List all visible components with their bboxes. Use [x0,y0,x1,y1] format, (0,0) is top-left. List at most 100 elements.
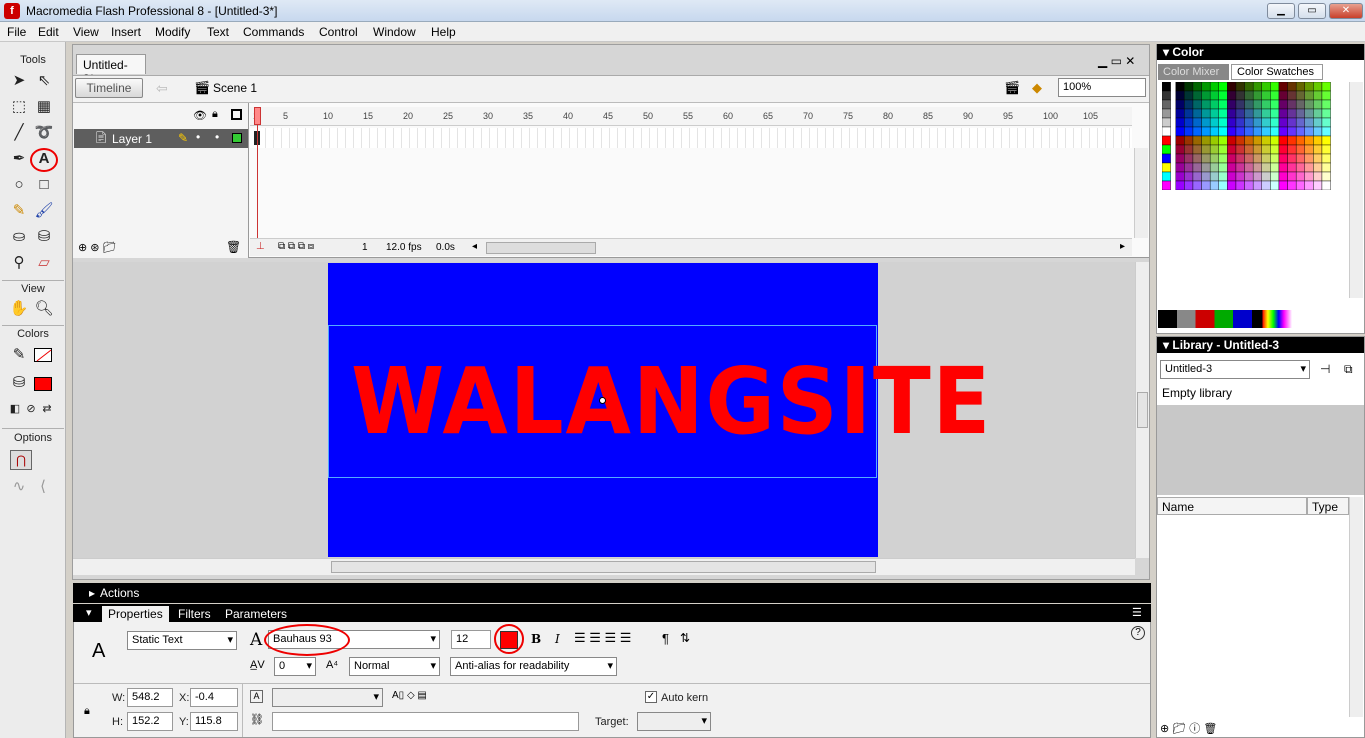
onion-skin-icons[interactable]: ⧉ ⧉ ⧉ ⧈ [278,241,314,252]
doc-window-controls-icon[interactable]: ▁ ▭ ✕ [1098,54,1135,68]
height-field[interactable]: 152.2 [127,712,173,731]
menu-control[interactable]: Control [319,25,358,39]
scroll-left-icon[interactable]: ◂ [472,241,477,252]
tab-color-swatches[interactable]: Color Swatches [1231,64,1323,80]
fill-color-swatch[interactable] [34,377,52,391]
center-frame-icon[interactable]: ⊥ [256,241,265,252]
stroke-color-icon[interactable]: ✎ [8,344,30,366]
selection-tool-icon[interactable]: ➤ [8,70,30,92]
panel-options-icon[interactable]: ☰ [1132,606,1142,619]
lasso-tool-icon[interactable]: ➰ [33,122,55,144]
letter-spacing-field[interactable]: 0 [274,657,316,676]
transform-point-icon[interactable] [599,397,606,404]
ink-bottle-tool-icon[interactable]: ⛀ [8,226,30,248]
layer-buttons-icon[interactable]: ⊕ ⊛ 📁︎ [78,241,117,254]
menu-commands[interactable]: Commands [243,25,304,39]
text-orientation-icon[interactable]: ⇅ [680,631,690,645]
stage-vscroll[interactable] [1135,262,1149,558]
tab-parameters[interactable]: Parameters [219,606,293,622]
straighten-icon[interactable]: ⟨ [32,476,54,498]
stage-hscroll[interactable] [73,558,1135,575]
menu-window[interactable]: Window [373,25,416,39]
char-position-select[interactable]: Normal [349,657,440,676]
delete-layer-icon[interactable]: 🗑︎ [226,240,241,254]
zoom-select[interactable]: 100% [1058,78,1146,97]
font-size-field[interactable]: 12 [451,630,491,649]
gradient-transform-tool-icon[interactable]: ▦ [33,96,55,118]
oval-tool-icon[interactable]: ○ [8,174,30,196]
x-field[interactable]: -0.4 [190,688,238,707]
text-type-select[interactable]: Static Text [127,631,237,650]
eraser-tool-icon[interactable]: ▱ [33,252,55,274]
subselection-tool-icon[interactable]: ⇖ [33,70,55,92]
color-swatch-grid[interactable] [1162,82,1348,190]
library-col-name[interactable]: Name [1157,497,1307,515]
library-vscroll[interactable] [1349,497,1363,717]
lock-all-icon[interactable]: 🔒︎ [212,108,218,121]
collapse-arrow-icon[interactable]: ▾ [86,606,92,619]
tab-filters[interactable]: Filters [172,606,217,622]
width-field[interactable]: 548.2 [127,688,173,707]
paragraph-icon[interactable]: ¶ [662,631,669,646]
visible-dot-icon[interactable]: • [196,130,200,144]
frame-grid[interactable] [250,128,1132,148]
eyedropper-tool-icon[interactable]: ⚲ [8,252,30,274]
layer-row[interactable]: 📄︎ Layer 1 ✎ • • [74,129,248,148]
layer-name[interactable]: Layer 1 [112,132,152,146]
playhead[interactable] [254,107,261,255]
outline-all-icon[interactable] [231,109,242,120]
hand-tool-icon[interactable]: ✋ [8,298,30,320]
menu-text[interactable]: Text [207,25,229,39]
y-field[interactable]: 115.8 [190,712,238,731]
paint-bucket-tool-icon[interactable]: ⛁ [33,226,55,248]
url-field[interactable] [272,712,579,731]
help-icon[interactable]: ? [1131,626,1145,640]
selectable-icon[interactable]: A▯ ◇ ▤ [392,690,427,701]
rectangle-tool-icon[interactable]: □ [33,174,55,196]
pencil-tool-icon[interactable]: ✎ [8,200,30,222]
color-panel-header[interactable]: ▾ Color [1157,44,1364,60]
timeline-toggle-button[interactable]: Timeline [75,78,143,98]
show-hide-eye-icon[interactable]: 👁︎ [193,109,207,122]
scroll-right-icon[interactable]: ▸ [1120,241,1125,252]
pen-tool-icon[interactable]: ✒ [8,148,30,170]
pin-library-icon[interactable]: ⊣ [1320,362,1330,376]
library-document-select[interactable]: Untitled-3 [1160,360,1310,379]
minimize-button[interactable]: ▁ [1267,3,1295,19]
snap-to-objects-icon[interactable]: ⋂ [10,450,32,470]
text-field-selection[interactable]: WALANGSITE [328,325,990,478]
lock-dot-icon[interactable]: • [215,130,219,144]
timeline-hscroll-thumb[interactable] [486,242,596,254]
stroke-color-swatch[interactable] [34,348,52,362]
tab-color-mixer[interactable]: Color Mixer [1158,64,1229,80]
new-library-icon[interactable]: ⧉ [1344,362,1353,377]
library-header[interactable]: ▾ Library - Untitled-3 [1157,337,1364,353]
library-buttons-icon[interactable]: ⊕ 📁︎ ⓘ 🗑︎ [1160,720,1217,736]
scene-label[interactable]: Scene 1 [213,81,257,95]
maximize-button[interactable]: ▭ [1298,3,1326,19]
menu-modify[interactable]: Modify [155,25,190,39]
document-tab[interactable]: Untitled-3* [76,54,146,86]
tab-properties[interactable]: Properties [102,606,169,622]
edit-scene-icon[interactable]: 🎬︎ [1004,80,1021,96]
line-tool-icon[interactable]: ╱ [8,122,30,144]
frame-rate[interactable]: 12.0 fps [386,242,422,253]
align-buttons-icon[interactable]: ☰ ☰ ☰ ☰ [574,630,631,646]
gradient-swatches[interactable] [1158,310,1292,328]
menu-view[interactable]: View [73,25,99,39]
swap-colors-icon[interactable]: ⇄ [36,398,58,420]
menu-edit[interactable]: Edit [38,25,59,39]
menu-help[interactable]: Help [431,25,456,39]
library-col-type[interactable]: Type [1307,497,1349,515]
smooth-icon[interactable]: ∿ [8,476,30,498]
anti-alias-select[interactable]: Anti-alias for readability [450,657,617,676]
outline-color-icon[interactable] [232,133,242,143]
menu-file[interactable]: File [7,25,26,39]
timeline-vscroll[interactable] [1134,148,1148,238]
back-arrow-icon[interactable]: ⇦ [156,80,168,97]
url-link-field[interactable] [272,688,383,707]
lock-ratio-icon[interactable]: 🔒︎ [84,705,90,718]
free-transform-tool-icon[interactable]: ⬚ [8,96,30,118]
zoom-tool-icon[interactable]: 🔍︎ [33,298,55,320]
bold-icon[interactable]: B [531,632,541,646]
